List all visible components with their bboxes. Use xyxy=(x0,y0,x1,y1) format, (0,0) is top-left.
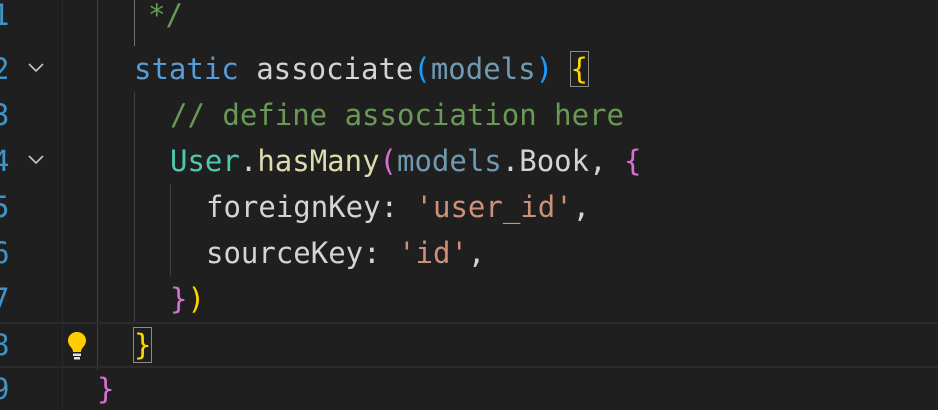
chevron-down-icon[interactable] xyxy=(27,153,45,167)
code-line: 3 // define association here xyxy=(0,92,938,138)
line-number: 2 xyxy=(0,52,10,86)
code-line: 1 */ xyxy=(0,0,938,38)
code-text: static associate(models) { xyxy=(134,51,590,87)
code-line: 7 }) xyxy=(0,276,938,322)
matching-bracket: { xyxy=(569,51,590,87)
line-number: 6 xyxy=(0,236,10,270)
code-line: 6 sourceKey: 'id', xyxy=(0,230,938,276)
line-number: 3 xyxy=(0,98,10,132)
line-number: 4 xyxy=(0,144,10,178)
code-line: 5 foreignKey: 'user_id', xyxy=(0,184,938,230)
code-text: */ xyxy=(148,0,183,32)
line-number: 1 xyxy=(0,0,10,32)
line-number: 8 xyxy=(0,328,10,362)
code-editor[interactable]: 1 */ 2 static associate(models) { 3 // d… xyxy=(0,0,938,410)
chevron-down-icon[interactable] xyxy=(27,61,45,75)
code-text: User.hasMany(models.Book, { xyxy=(170,144,642,178)
code-line: 2 static associate(models) { xyxy=(0,46,938,92)
code-text: foreignKey: 'user_id', xyxy=(206,190,591,224)
code-text: } xyxy=(132,324,153,366)
line-number: 9 xyxy=(0,372,10,406)
code-text: sourceKey: 'id', xyxy=(206,236,486,270)
matching-bracket: } xyxy=(132,327,153,363)
code-line-current: 8 } xyxy=(0,322,938,368)
code-text: // define association here xyxy=(170,98,624,132)
code-text: }) xyxy=(170,282,205,316)
code-line: 4 User.hasMany(models.Book, { xyxy=(0,138,938,184)
code-line: 9 } xyxy=(0,366,938,410)
lightbulb-icon[interactable] xyxy=(66,330,88,362)
line-number: 5 xyxy=(0,190,10,224)
line-number: 7 xyxy=(0,282,10,316)
code-text: } xyxy=(97,372,115,406)
